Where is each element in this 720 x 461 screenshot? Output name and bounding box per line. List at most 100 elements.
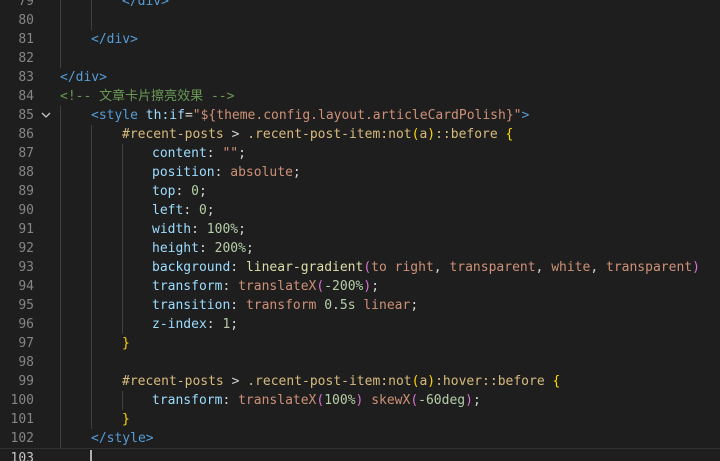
code-line[interactable]: 90 left: 0; <box>0 201 720 220</box>
code-line[interactable]: 79 </div> <box>0 0 720 11</box>
code-editor[interactable]: 79 </div> 80 81 </div> 82 83 </div> 84 <!-- 文章卡片擦… <box>0 0 720 461</box>
code-line[interactable]: 86 #recent-posts > .recent-post-item:not(… <box>0 125 720 144</box>
line-number: 103 <box>10 451 34 461</box>
code-text: z-index: 1; <box>152 315 238 334</box>
code-token: #recent-posts <box>122 374 224 389</box>
line-number: 85 <box>18 108 34 123</box>
code-token: : <box>230 260 246 275</box>
indent-guide <box>60 201 61 220</box>
code-line[interactable]: 96 z-index: 1; <box>0 315 720 334</box>
code-token: linear <box>363 298 411 313</box>
indent-guide <box>122 296 123 315</box>
indent-guide <box>91 277 92 296</box>
code-line[interactable]: 87 content: ""; <box>0 144 720 163</box>
indent-guide <box>91 391 92 410</box>
code-token: = <box>184 108 193 123</box>
indent-guide <box>91 201 92 220</box>
indent-guide <box>91 0 92 11</box>
code-line[interactable]: 80 <box>0 11 720 30</box>
fold-chevron-down-icon[interactable] <box>40 109 52 121</box>
code-token: <style <box>91 108 146 123</box>
code-line[interactable]: 81 </div> <box>0 30 720 49</box>
code-token: ; <box>292 165 301 180</box>
code-text: } <box>122 410 130 429</box>
code-line[interactable]: 98 <box>0 353 720 372</box>
line-number: 91 <box>18 222 34 237</box>
code-token: :not <box>380 374 412 389</box>
indent-guide <box>60 429 61 448</box>
indent-guide <box>60 258 61 277</box>
code-token: background <box>152 260 231 275</box>
indent-guide <box>60 125 61 144</box>
code-line[interactable]: 102 </style> <box>0 429 720 448</box>
indent-guide <box>91 296 92 315</box>
code-token: ) <box>465 393 473 408</box>
code-text: transition: transform 0.5s linear; <box>152 296 418 315</box>
code-line[interactable]: 101} <box>0 410 720 429</box>
code-token: } <box>122 336 130 351</box>
code-token: </div> <box>60 70 107 85</box>
indent-guide <box>60 334 61 353</box>
code-token: { <box>497 127 514 142</box>
code-token: 200% <box>214 241 246 256</box>
code-token: .recent-post-item <box>247 127 381 142</box>
code-token: : <box>183 203 199 218</box>
code-line[interactable]: 85 <style th:if="${theme.config.layout.ar… <box>0 106 720 125</box>
code-token: transparent <box>606 260 693 275</box>
code-line[interactable]: 89 top: 0; <box>0 182 720 201</box>
line-number: 101 <box>10 412 34 427</box>
code-token: } <box>122 412 130 427</box>
indent-guide <box>91 163 92 182</box>
code-token: 100% <box>324 393 356 408</box>
code-line[interactable]: 91 width: 100%; <box>0 220 720 239</box>
text-cursor <box>90 450 92 461</box>
indent-guide <box>122 182 123 201</box>
code-line[interactable]: 97} <box>0 334 720 353</box>
indent-guide <box>60 220 61 239</box>
code-token: ) <box>427 374 436 389</box>
code-token: : <box>222 279 239 294</box>
code-token: : <box>191 222 207 237</box>
code-token: translateX <box>238 393 317 408</box>
indent-guide <box>60 106 61 125</box>
code-token: 0.5s <box>324 298 356 313</box>
code-text: #recent-posts > .recent-post-item:not(a)… <box>122 125 513 144</box>
code-line[interactable]: 82 <box>0 49 720 68</box>
code-token: , <box>590 260 606 275</box>
code-line[interactable]: 95 transition: transform 0.5s linear; <box>0 296 720 315</box>
code-line[interactable]: 94 transform: translateX(-200%); <box>0 277 720 296</box>
line-number: 87 <box>18 146 34 161</box>
code-line[interactable]: 83 </div> <box>0 68 720 87</box>
indent-guide <box>60 144 61 163</box>
code-token: transform <box>152 393 223 408</box>
code-token: , <box>433 260 450 275</box>
code-token: </style> <box>91 431 154 446</box>
indent-guide <box>60 163 61 182</box>
code-token: 100% <box>206 222 239 237</box>
code-token: > <box>521 108 530 123</box>
code-line[interactable]: 84 <!-- 文章卡片擦亮效果 --> <box>0 87 720 106</box>
code-token: > <box>223 127 248 142</box>
code-line[interactable]: 93 background: linear-gradient(to right, … <box>0 258 720 277</box>
code-token: :hover::before <box>435 374 545 389</box>
indent-guide <box>91 258 92 277</box>
code-token: ) <box>363 279 372 294</box>
code-token: ; <box>410 298 419 313</box>
code-token: "${theme.config.layout.articleCardPolish… <box>192 108 522 123</box>
code-line[interactable]: 100 transform: translateX(100%) skewX(-60… <box>0 391 720 410</box>
code-line[interactable]: 88 position: absolute; <box>0 163 720 182</box>
code-line[interactable]: 103 <box>0 448 720 461</box>
code-token: : <box>222 393 239 408</box>
code-text: } <box>122 334 130 353</box>
code-token: transform <box>152 279 223 294</box>
code-token: to right <box>371 260 434 275</box>
line-number: 84 <box>18 89 34 104</box>
indent-guide <box>122 220 123 239</box>
line-number: 79 <box>18 0 34 9</box>
code-line[interactable]: 99 #recent-posts > .recent-post-item:not(… <box>0 372 720 391</box>
code-line[interactable]: 92 height: 200%; <box>0 239 720 258</box>
code-token: th:if <box>145 108 185 123</box>
indent-guide <box>91 334 92 353</box>
code-token: z-index <box>152 317 207 332</box>
indent-guide <box>91 372 92 391</box>
